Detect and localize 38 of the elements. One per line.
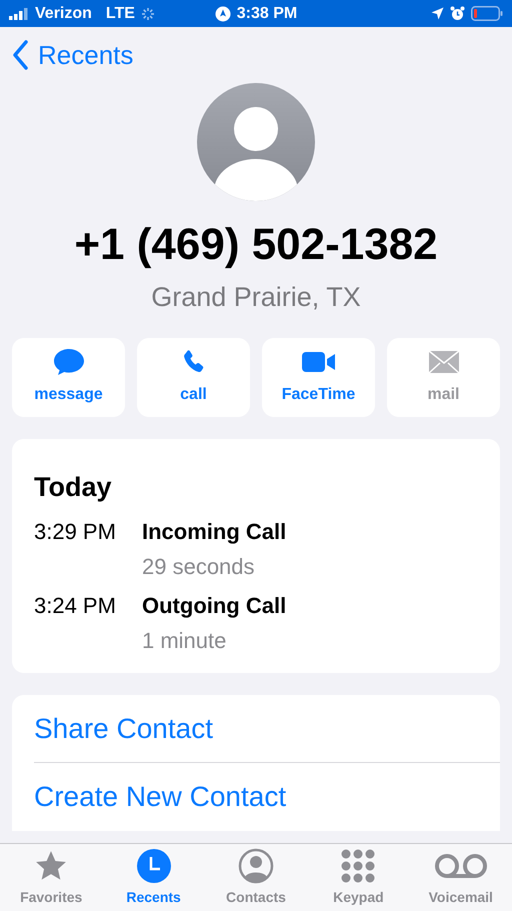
back-button[interactable]: Recents (12, 36, 134, 74)
alarm-icon (450, 6, 465, 21)
action-button[interactable]: call (137, 338, 250, 416)
network-type: LTE (106, 4, 135, 24)
back-chevron-icon (12, 40, 28, 70)
action-button[interactable]: FaceTime (262, 338, 375, 416)
call-type: Outgoing Call (142, 592, 286, 620)
contact-link[interactable]: Share Contact (34, 708, 213, 750)
loading-spinner-icon (140, 6, 155, 20)
tab-item[interactable]: Recents (102, 844, 205, 911)
navigation-icon (214, 6, 231, 22)
call-time: 3:24 PM (34, 592, 117, 620)
voicemail-icon (434, 852, 488, 880)
tab-item[interactable]: Voicemail (410, 844, 512, 911)
phone-number: +1 (469) 502-1382 (73, 223, 439, 267)
tab-item[interactable]: Keypad (307, 844, 410, 911)
tab-item[interactable]: Favorites (0, 844, 102, 911)
keypad-icon (340, 849, 376, 883)
carrier-name: Verizon (35, 4, 92, 24)
location-arrow-icon (431, 7, 444, 20)
clock-icon (136, 849, 171, 883)
action-button[interactable]: message (12, 338, 125, 416)
location-text: Grand Prairie, TX (150, 281, 362, 314)
call-type: Incoming Call (142, 518, 286, 546)
clock-time: 3:38 PM (236, 4, 298, 24)
signal-icon (9, 8, 29, 20)
call-duration: 1 minute (142, 627, 228, 655)
tab-item[interactable]: Contacts (204, 844, 308, 911)
envelope-icon (428, 350, 460, 374)
avatar-icon (197, 83, 315, 201)
date-heading: Today (34, 470, 113, 504)
call-duration: 29 seconds (142, 553, 256, 581)
person-circle-icon (238, 848, 274, 884)
video-camera-icon (300, 350, 336, 374)
speech-bubble-icon (52, 348, 84, 376)
battery-icon (471, 6, 503, 21)
contact-link[interactable]: Create New Contact (34, 776, 286, 818)
call-time: 3:29 PM (34, 518, 117, 546)
